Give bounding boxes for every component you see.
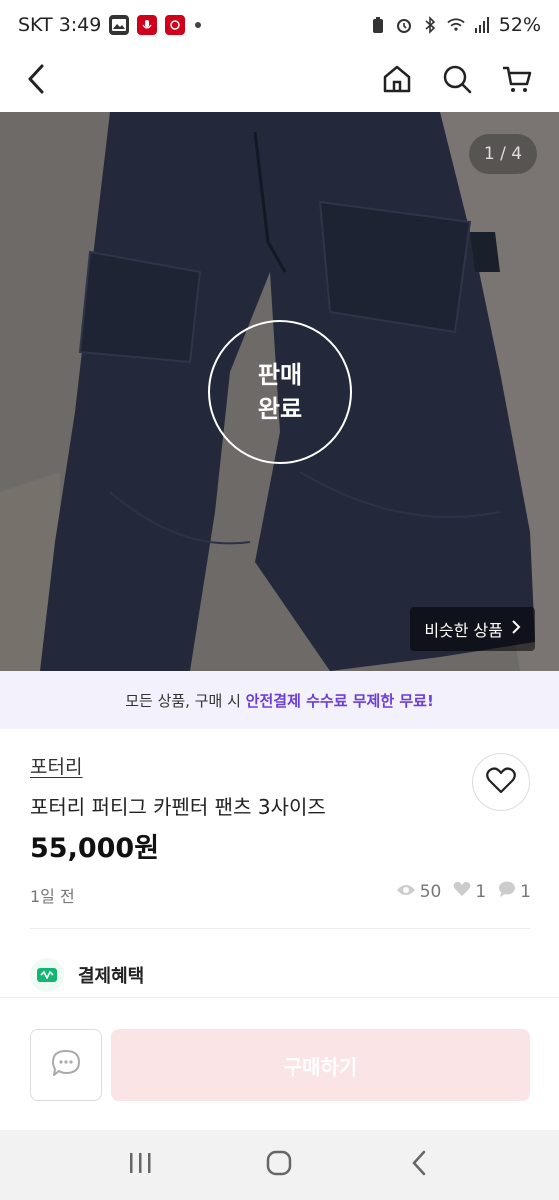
recorder-icon	[137, 15, 158, 35]
chevron-right-icon	[511, 619, 521, 639]
likes-count: 1	[475, 881, 487, 902]
store-name-link[interactable]: 포터리	[30, 752, 82, 779]
chat-icon	[50, 1048, 82, 1082]
system-nav-bar	[0, 1130, 559, 1200]
eye-icon	[396, 882, 416, 902]
heart-small-icon	[453, 881, 471, 902]
sold-line-2: 완료	[257, 395, 303, 423]
cart-button[interactable]	[499, 63, 535, 99]
divider	[30, 928, 530, 929]
like-button[interactable]	[472, 753, 530, 811]
battery-saver-icon	[369, 16, 387, 34]
promo-banner[interactable]: 모든 상품, 구매 시 안전결제 수수료 무제한 무료!	[0, 671, 559, 729]
app-header	[0, 50, 559, 112]
payment-benefit-icon	[30, 958, 64, 992]
recent-apps-icon	[127, 1151, 153, 1179]
status-bar: SKT 3:49 52%	[0, 0, 559, 50]
recent-apps-button[interactable]	[120, 1145, 160, 1185]
home-nav-icon	[266, 1150, 292, 1180]
heart-icon	[486, 766, 516, 798]
back-button[interactable]	[24, 61, 64, 101]
status-left: SKT 3:49	[18, 14, 202, 36]
home-button[interactable]	[379, 63, 415, 99]
image-counter: 1 / 4	[469, 134, 537, 174]
product-image[interactable]: 1 / 4 판매 완료 비슷한 상품	[0, 112, 559, 671]
chats-stat: 1	[498, 881, 531, 902]
bottom-action-bar: 구매하기	[0, 997, 559, 1130]
search-icon	[442, 64, 472, 98]
chat-bubble-icon	[498, 881, 516, 902]
header-actions	[379, 63, 535, 99]
back-icon	[24, 63, 48, 99]
sold-line-1: 판매	[257, 361, 303, 389]
alarm-icon	[395, 16, 413, 34]
search-button[interactable]	[439, 63, 475, 99]
likes-stat: 1	[453, 881, 486, 902]
posted-time: 1일 전	[30, 887, 75, 906]
views-count: 50	[419, 881, 442, 902]
views-stat: 50	[396, 881, 442, 902]
bluetooth-icon	[421, 16, 439, 34]
chats-count: 1	[520, 881, 531, 902]
app-icon	[165, 15, 186, 35]
sold-out-badge: 판매 완료	[208, 320, 352, 464]
cart-icon	[502, 64, 532, 98]
product-price: 55,000원	[30, 833, 160, 864]
similar-products-button[interactable]: 비슷한 상품	[410, 607, 535, 651]
signal-icon	[473, 16, 491, 34]
home-icon	[382, 64, 412, 98]
payment-benefit-row[interactable]: 결제혜택	[30, 958, 144, 992]
back-nav-button[interactable]	[399, 1145, 439, 1185]
home-nav-button[interactable]	[259, 1145, 299, 1185]
payment-benefit-label: 결제혜택	[78, 966, 145, 987]
battery-text: 52%	[498, 14, 541, 36]
promo-highlight: 안전결제 수수료 무제한 무료!	[245, 691, 434, 710]
gallery-icon	[109, 15, 130, 35]
product-stats: 50 1 1	[390, 881, 531, 902]
chat-button[interactable]	[30, 1029, 102, 1101]
buy-button[interactable]: 구매하기	[111, 1029, 530, 1101]
carrier-time: SKT 3:49	[18, 14, 102, 36]
product-title: 포터리 퍼티그 카펜터 팬츠 3사이즈	[30, 795, 326, 819]
dot-icon	[195, 22, 202, 28]
promo-prefix: 모든 상품, 구매 시	[125, 691, 246, 710]
wifi-icon	[447, 16, 465, 34]
back-nav-icon	[410, 1150, 428, 1180]
similar-products-label: 비슷한 상품	[424, 621, 503, 640]
status-right: 52%	[369, 14, 541, 36]
